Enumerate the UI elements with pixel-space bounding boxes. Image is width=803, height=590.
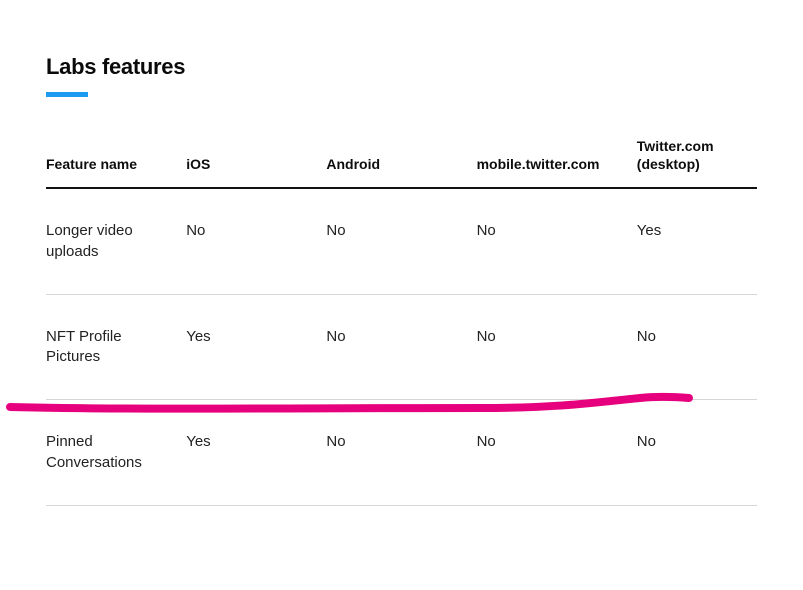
cell-ios: No	[186, 188, 326, 294]
cell-mobile: No	[477, 188, 637, 294]
cell-android: No	[326, 294, 476, 400]
cell-android: No	[326, 400, 476, 506]
cell-android: No	[326, 188, 476, 294]
cell-desktop: No	[637, 400, 757, 506]
table-row: Longer video uploads No No No Yes	[46, 188, 757, 294]
table-row: NFT Profile Pictures Yes No No No	[46, 294, 757, 400]
cell-mobile: No	[477, 400, 637, 506]
cell-mobile: No	[477, 294, 637, 400]
col-feature-name: Feature name	[46, 137, 186, 188]
col-mobile: mobile.twitter.com	[477, 137, 637, 188]
cell-ios: Yes	[186, 400, 326, 506]
cell-feature-name: NFT Profile Pictures	[46, 294, 186, 400]
cell-desktop: Yes	[637, 188, 757, 294]
table-header-row: Feature name iOS Android mobile.twitter.…	[46, 137, 757, 188]
accent-bar	[46, 92, 88, 97]
page-root: Labs features Feature name iOS Android m…	[0, 0, 803, 536]
col-android: Android	[326, 137, 476, 188]
col-ios: iOS	[186, 137, 326, 188]
cell-desktop: No	[637, 294, 757, 400]
cell-ios: Yes	[186, 294, 326, 400]
cell-feature-name: Pinned Conversations	[46, 400, 186, 506]
cell-feature-name: Longer video uploads	[46, 188, 186, 294]
col-desktop: Twitter.com (desktop)	[637, 137, 757, 188]
features-table: Feature name iOS Android mobile.twitter.…	[46, 137, 757, 506]
page-title: Labs features	[46, 54, 757, 80]
table-row: Pinned Conversations Yes No No No	[46, 400, 757, 506]
